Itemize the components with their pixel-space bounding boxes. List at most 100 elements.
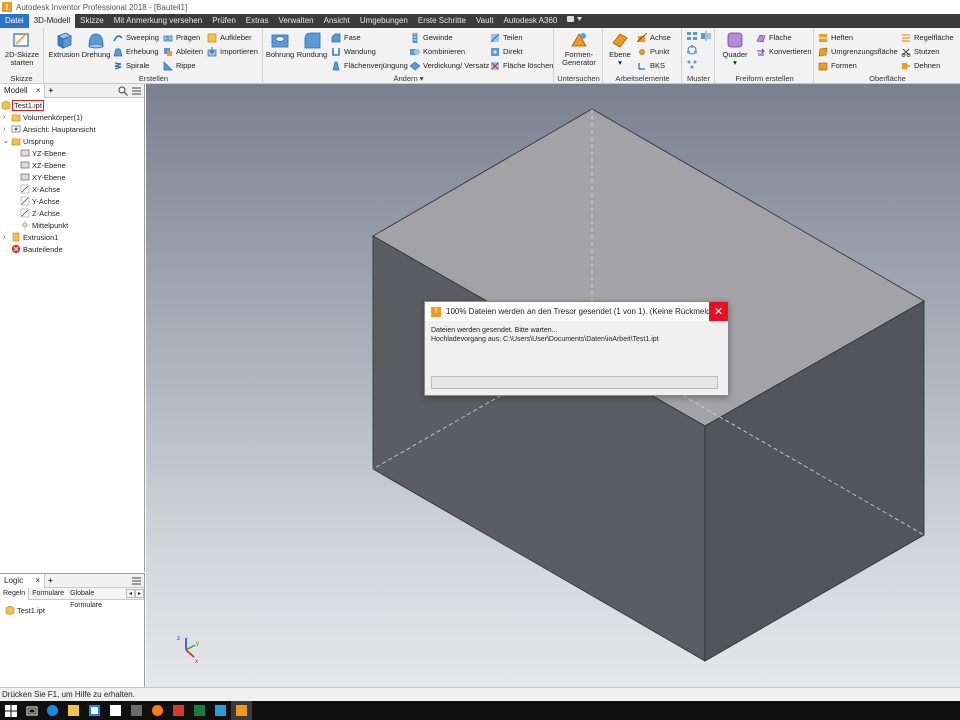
tree-item-y-axis[interactable]: Y-Achse — [20, 195, 60, 207]
quader-button[interactable]: Quader ▾ — [719, 30, 751, 67]
mirror-icon[interactable] — [700, 31, 712, 41]
circular-pattern-icon[interactable] — [686, 45, 698, 55]
rectangular-pattern-icon[interactable] — [686, 31, 698, 41]
tree-item-xz-plane[interactable]: XZ-Ebene — [20, 159, 66, 171]
regelflaeche-button[interactable]: Regelfläche — [901, 31, 954, 44]
extrusion-button[interactable]: Extrusion — [48, 30, 80, 59]
flaechenverjuengung-button[interactable]: Flächenverjüngung — [331, 59, 408, 72]
aufkleber-button[interactable]: Aufkleber — [207, 31, 252, 44]
scroll-right-icon[interactable]: ▸ — [134, 589, 144, 598]
expand-arrow-icon[interactable]: › — [3, 234, 11, 241]
ilogic-item-part[interactable]: Test1.ipt — [5, 604, 45, 616]
taskbar-store[interactable] — [105, 701, 126, 720]
taskbar-app-red[interactable] — [168, 701, 189, 720]
rippe-button[interactable]: Rippe — [163, 59, 196, 72]
tree-item-center-point[interactable]: Mittelpunkt — [20, 219, 68, 231]
taskbar-firefox[interactable] — [147, 701, 168, 720]
tree-item-xy-plane[interactable]: XY-Ebene — [20, 171, 66, 183]
formen-generator-button[interactable]: Formen-Generator — [557, 30, 601, 67]
windows-start-button[interactable] — [0, 701, 21, 720]
tab-modell[interactable]: Modell × — [0, 83, 46, 98]
expand-arrow-icon[interactable]: › — [3, 114, 11, 121]
erhebung-button[interactable]: Erhebung — [113, 45, 159, 58]
taskbar-explorer[interactable] — [63, 701, 84, 720]
scroll-left-icon[interactable]: ◂ — [125, 589, 135, 598]
tab-anmerkung[interactable]: Mit Anmerkung versehen — [109, 14, 208, 28]
praegen-button[interactable]: A Prägen — [163, 31, 200, 44]
tab-vault[interactable]: Vault — [471, 14, 499, 28]
teilen-button[interactable]: Teilen — [490, 31, 523, 44]
tab-pruefen[interactable]: Prüfen — [207, 14, 241, 28]
spirale-button[interactable]: Spirale — [113, 59, 149, 72]
konvertieren-button[interactable]: Konvertieren — [756, 45, 812, 58]
ebene-button[interactable]: Ebene ▾ — [606, 30, 634, 67]
sweeping-button[interactable]: Sweeping — [113, 31, 159, 44]
heften-button[interactable]: Heften — [818, 31, 853, 44]
subtab-regeln[interactable]: Regeln — [0, 587, 30, 600]
tree-item-extrusion1[interactable]: › Extrusion1 — [3, 231, 58, 243]
sketch-pattern-icon[interactable] — [686, 59, 698, 69]
rundung-button[interactable]: Rundung — [296, 30, 328, 59]
tree-item-solid-bodies[interactable]: › Volumenkörper(1) — [3, 111, 83, 123]
tab-datei[interactable]: Datei — [0, 14, 29, 28]
taskbar-vault[interactable] — [210, 701, 231, 720]
tree-item-origin[interactable]: ⌄ Ursprung — [3, 135, 54, 147]
tab-umgebungen[interactable]: Umgebungen — [355, 14, 413, 28]
verdickung-button[interactable]: Verdickung/ Versatz — [410, 59, 489, 72]
bohrung-button[interactable]: Bohrung — [265, 30, 295, 59]
close-icon[interactable]: × — [36, 86, 41, 95]
tab-extras[interactable]: Extras — [241, 14, 274, 28]
importieren-button[interactable]: Importieren — [207, 45, 258, 58]
taskbar-app-dark[interactable] — [126, 701, 147, 720]
tab-ansicht[interactable]: Ansicht — [319, 14, 355, 28]
stutzen-button[interactable]: Stutzen — [901, 45, 939, 58]
close-icon[interactable]: × — [35, 576, 40, 585]
fase-button[interactable]: Fase — [331, 31, 361, 44]
kombinieren-button[interactable]: Kombinieren — [410, 45, 465, 58]
menu-icon[interactable] — [132, 577, 141, 585]
expand-arrow-icon[interactable]: › — [3, 126, 11, 133]
ribbon-options-toggle[interactable] — [562, 14, 588, 28]
tab-skizze[interactable]: Skizze — [75, 14, 109, 28]
tab-autodesk-a360[interactable]: Autodesk A360 — [499, 14, 563, 28]
tab-verwalten[interactable]: Verwalten — [273, 14, 318, 28]
wandung-button[interactable]: Wandung — [331, 45, 376, 58]
taskbar-app-blue[interactable] — [84, 701, 105, 720]
tree-item-x-axis[interactable]: X-Achse — [20, 183, 60, 195]
tree-item-end-of-part[interactable]: Bauteilende — [11, 243, 63, 255]
subtab-globale-formulare[interactable]: Globale Formulare — [67, 588, 126, 609]
menu-icon[interactable] — [132, 87, 141, 95]
dialog-title-bar[interactable]: I 100% Dateien werden an den Tresor gese… — [425, 302, 728, 321]
tab-erste-schritte[interactable]: Erste Schritte — [413, 14, 471, 28]
taskbar-inventor[interactable] — [231, 701, 252, 720]
flaeche-button[interactable]: Fläche — [756, 31, 792, 44]
start-2d-sketch-button[interactable]: 2D-Skizze starten — [4, 30, 40, 67]
bks-button[interactable]: BKS — [637, 59, 665, 72]
taskbar-edge[interactable] — [42, 701, 63, 720]
umgrenzungsflaeche-button[interactable]: Umgrenzungsfläche — [818, 45, 898, 58]
tree-item-z-axis[interactable]: Z-Achse — [20, 207, 60, 219]
achse-button[interactable]: Achse — [637, 31, 671, 44]
panel-title-aendern[interactable]: Ändern ▾ — [264, 74, 553, 83]
tree-item-yz-plane[interactable]: YZ-Ebene — [20, 147, 66, 159]
taskbar-excel[interactable] — [189, 701, 210, 720]
tree-item-view[interactable]: › Ansicht: Hauptansicht — [3, 123, 96, 135]
flaeche-loeschen-button[interactable]: Fläche löschen — [490, 59, 553, 72]
tab-3d-modell[interactable]: 3D-Modell — [28, 14, 76, 28]
subtab-formulare[interactable]: Formulare — [29, 588, 67, 600]
gewinde-button[interactable]: Gewinde — [410, 31, 453, 44]
drehung-button[interactable]: Drehung — [81, 30, 111, 59]
add-tab-icon[interactable]: + — [48, 86, 53, 95]
ableiten-button[interactable]: Ableiten — [163, 45, 203, 58]
dialog-close-button[interactable]: ✕ — [709, 302, 728, 321]
direkt-button[interactable]: Direkt — [490, 45, 523, 58]
task-view-button[interactable] — [21, 701, 42, 720]
collapse-arrow-icon[interactable]: ⌄ — [3, 137, 11, 145]
add-tab-icon[interactable]: + — [48, 576, 53, 585]
punkt-button[interactable]: Punkt — [637, 45, 669, 58]
search-icon[interactable] — [118, 86, 128, 96]
formen-button[interactable]: Formen — [818, 59, 857, 72]
dehnen-button[interactable]: Dehnen — [901, 59, 940, 72]
tree-item-part[interactable]: Test1.ipt — [1, 99, 44, 111]
tab-logic[interactable]: Logic × — [0, 573, 46, 588]
